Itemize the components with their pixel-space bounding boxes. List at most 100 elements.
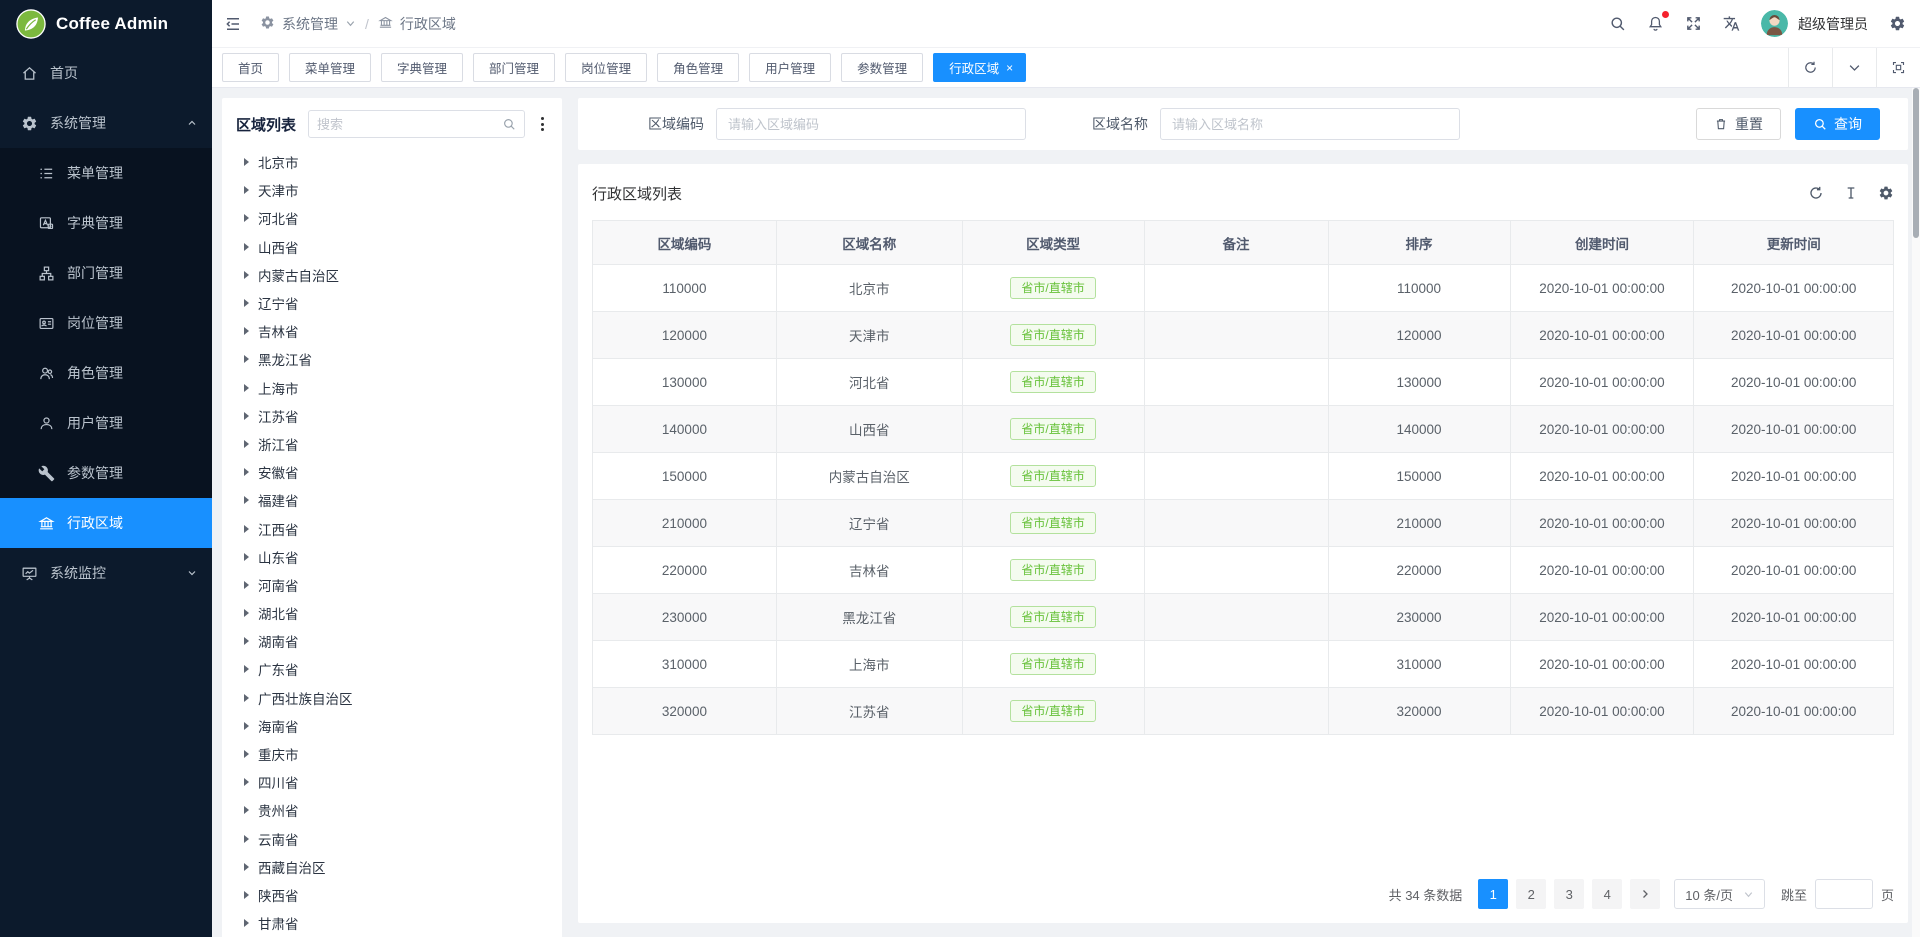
chevron-down-icon[interactable] <box>1832 48 1876 88</box>
table-row[interactable]: 110000 北京市 省市/直辖市 110000 2020-10-01 00:0… <box>593 265 1893 312</box>
collapse-menu-icon[interactable] <box>224 15 242 33</box>
table-row[interactable]: 210000 辽宁省 省市/直辖市 210000 2020-10-01 00:0… <box>593 500 1893 547</box>
maximize-icon[interactable] <box>1876 48 1920 88</box>
tree-search-input[interactable] <box>317 117 496 132</box>
caret-right-icon[interactable] <box>244 299 249 307</box>
sidebar-item-home[interactable]: 首页 <box>0 48 212 98</box>
caret-right-icon[interactable] <box>244 158 249 166</box>
caret-right-icon[interactable] <box>244 750 249 758</box>
tree-node[interactable]: 江西省 <box>236 514 548 542</box>
tree-node[interactable]: 山西省 <box>236 233 548 261</box>
reset-button[interactable]: 重置 <box>1696 108 1781 140</box>
caret-right-icon[interactable] <box>244 553 249 561</box>
sidebar-item-parameter-mgmt[interactable]: 参数管理 <box>0 448 212 498</box>
tree-node[interactable]: 上海市 <box>236 374 548 402</box>
tree-node[interactable]: 广东省 <box>236 655 548 683</box>
tree-node[interactable]: 重庆市 <box>236 740 548 768</box>
tab-menu-mgmt[interactable]: 菜单管理 <box>289 53 371 82</box>
brand-logo[interactable]: Coffee Admin <box>0 0 212 48</box>
page-button-3[interactable]: 3 <box>1554 879 1584 909</box>
tree-node[interactable]: 甘肃省 <box>236 909 548 937</box>
tab-role-mgmt[interactable]: 角色管理 <box>657 53 739 82</box>
caret-right-icon[interactable] <box>244 609 249 617</box>
tree-node[interactable]: 广西壮族自治区 <box>236 684 548 712</box>
tree-node[interactable]: 安徽省 <box>236 458 548 486</box>
caret-right-icon[interactable] <box>244 665 249 673</box>
caret-right-icon[interactable] <box>244 186 249 194</box>
vertical-scrollbar[interactable] <box>1912 88 1920 937</box>
tree-node[interactable]: 北京市 <box>236 148 548 176</box>
caret-right-icon[interactable] <box>244 271 249 279</box>
tree-node[interactable]: 四川省 <box>236 768 548 796</box>
tree-node[interactable]: 天津市 <box>236 176 548 204</box>
sidebar-group-monitor[interactable]: 系统监控 <box>0 548 212 598</box>
caret-right-icon[interactable] <box>244 243 249 251</box>
caret-right-icon[interactable] <box>244 835 249 843</box>
table-row[interactable]: 130000 河北省 省市/直辖市 130000 2020-10-01 00:0… <box>593 359 1893 406</box>
tab-dictionary-mgmt[interactable]: 字典管理 <box>381 53 463 82</box>
table-row[interactable]: 150000 内蒙古自治区 省市/直辖市 150000 2020-10-01 0… <box>593 453 1893 500</box>
caret-right-icon[interactable] <box>244 637 249 645</box>
tab-home[interactable]: 首页 <box>222 53 279 82</box>
tab-admin-region[interactable]: 行政区域× <box>933 53 1026 82</box>
text-size-icon[interactable] <box>1843 185 1859 201</box>
caret-right-icon[interactable] <box>244 525 249 533</box>
table-row[interactable]: 320000 江苏省 省市/直辖市 320000 2020-10-01 00:0… <box>593 688 1893 735</box>
caret-right-icon[interactable] <box>244 694 249 702</box>
caret-right-icon[interactable] <box>244 863 249 871</box>
caret-right-icon[interactable] <box>244 468 249 476</box>
sidebar-item-department-mgmt[interactable]: 部门管理 <box>0 248 212 298</box>
tree-node[interactable]: 湖南省 <box>236 627 548 655</box>
table-row[interactable]: 140000 山西省 省市/直辖市 140000 2020-10-01 00:0… <box>593 406 1893 453</box>
tree-node[interactable]: 黑龙江省 <box>236 345 548 373</box>
notification-bell-icon[interactable] <box>1647 15 1664 32</box>
caret-right-icon[interactable] <box>244 496 249 504</box>
caret-right-icon[interactable] <box>244 581 249 589</box>
table-row[interactable]: 230000 黑龙江省 省市/直辖市 230000 2020-10-01 00:… <box>593 594 1893 641</box>
refresh-icon[interactable] <box>1808 185 1824 201</box>
page-button-2[interactable]: 2 <box>1516 879 1546 909</box>
tab-user-mgmt[interactable]: 用户管理 <box>749 53 831 82</box>
caret-right-icon[interactable] <box>244 891 249 899</box>
sidebar-item-menu-mgmt[interactable]: 菜单管理 <box>0 148 212 198</box>
table-row[interactable]: 220000 吉林省 省市/直辖市 220000 2020-10-01 00:0… <box>593 547 1893 594</box>
caret-right-icon[interactable] <box>244 327 249 335</box>
tree-node[interactable]: 西藏自治区 <box>236 853 548 881</box>
caret-right-icon[interactable] <box>244 440 249 448</box>
scrollbar-thumb[interactable] <box>1913 88 1919 238</box>
tab-close-icon[interactable]: × <box>1006 62 1013 74</box>
table-row[interactable]: 120000 天津市 省市/直辖市 120000 2020-10-01 00:0… <box>593 312 1893 359</box>
column-settings-gear-icon[interactable] <box>1878 185 1894 201</box>
refresh-icon[interactable] <box>1788 48 1832 88</box>
tree-node[interactable]: 福建省 <box>236 486 548 514</box>
region-name-input[interactable] <box>1160 108 1460 140</box>
sidebar-item-role-mgmt[interactable]: 角色管理 <box>0 348 212 398</box>
jump-page-input[interactable] <box>1815 879 1873 909</box>
tab-department-mgmt[interactable]: 部门管理 <box>473 53 555 82</box>
caret-right-icon[interactable] <box>244 214 249 222</box>
translate-icon[interactable] <box>1723 15 1740 32</box>
caret-right-icon[interactable] <box>244 806 249 814</box>
tree-node[interactable]: 海南省 <box>236 712 548 740</box>
search-button[interactable]: 查询 <box>1795 108 1880 140</box>
caret-right-icon[interactable] <box>244 355 249 363</box>
sidebar-item-post-mgmt[interactable]: 岗位管理 <box>0 298 212 348</box>
table-row[interactable]: 310000 上海市 省市/直辖市 310000 2020-10-01 00:0… <box>593 641 1893 688</box>
caret-right-icon[interactable] <box>244 778 249 786</box>
breadcrumb-section[interactable]: 系统管理 <box>282 14 338 34</box>
tree-node[interactable]: 内蒙古自治区 <box>236 261 548 289</box>
page-button-1[interactable]: 1 <box>1478 879 1508 909</box>
tree-node[interactable]: 江苏省 <box>236 402 548 430</box>
tree-node[interactable]: 湖北省 <box>236 599 548 627</box>
tree-node[interactable]: 河南省 <box>236 571 548 599</box>
tree-node[interactable]: 山东省 <box>236 543 548 571</box>
user-name[interactable]: 超级管理员 <box>1798 14 1868 34</box>
search-icon[interactable] <box>1609 15 1626 32</box>
caret-right-icon[interactable] <box>244 919 249 927</box>
region-code-input[interactable] <box>716 108 1026 140</box>
fullscreen-icon[interactable] <box>1685 15 1702 32</box>
caret-right-icon[interactable] <box>244 722 249 730</box>
sidebar-item-user-mgmt[interactable]: 用户管理 <box>0 398 212 448</box>
tree-node[interactable]: 陕西省 <box>236 881 548 909</box>
sidebar-item-admin-region[interactable]: 行政区域 <box>0 498 212 548</box>
